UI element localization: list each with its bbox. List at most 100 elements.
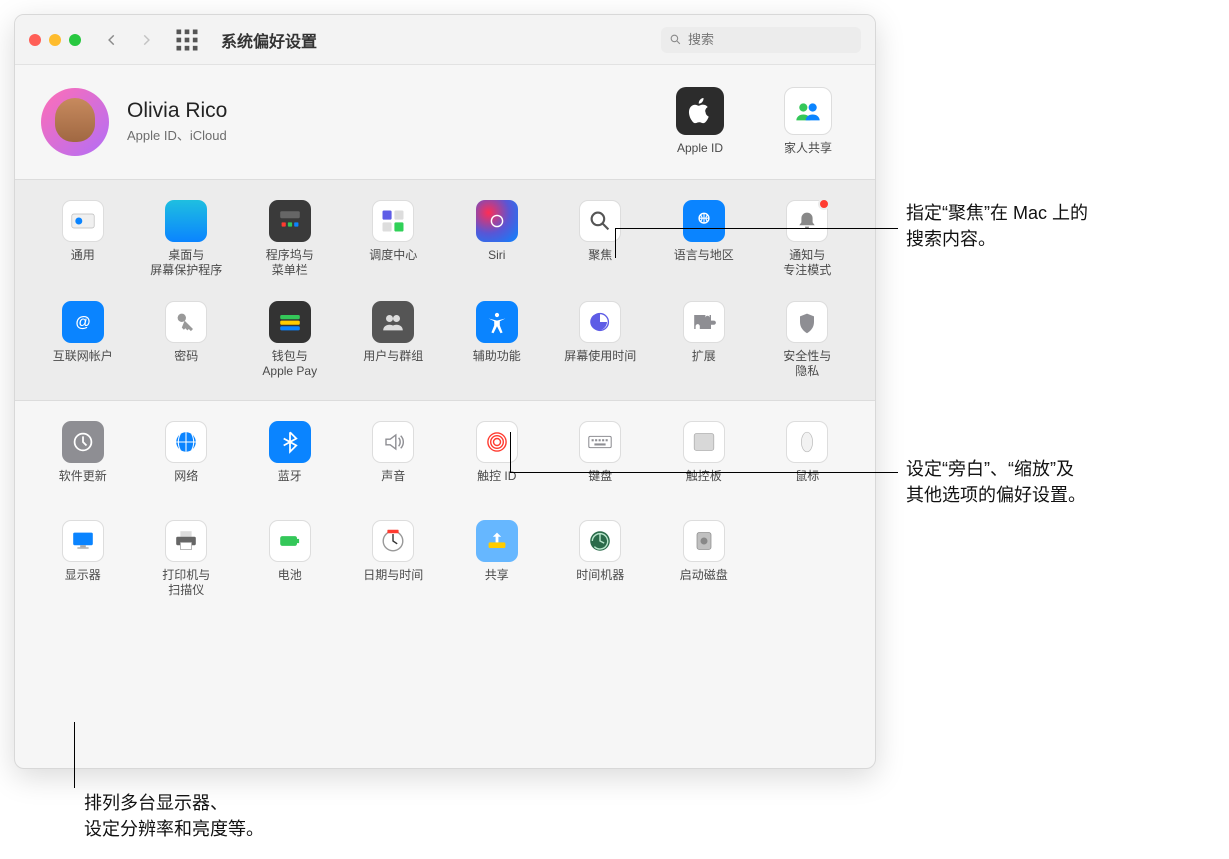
pref-users[interactable]: 用户与群组 bbox=[342, 301, 446, 380]
pref-extensions[interactable]: 扩展 bbox=[652, 301, 756, 380]
pref-printers[interactable]: 打印机与 扫描仪 bbox=[135, 520, 239, 599]
apple-id-button[interactable]: Apple ID bbox=[659, 87, 741, 157]
pref-trackpad[interactable]: 触控板 bbox=[652, 421, 756, 498]
general-label: 通用 bbox=[71, 248, 95, 277]
callout-displays: 排列多台显示器、 设定分辨率和亮度等。 bbox=[84, 790, 264, 842]
screentime-label: 屏幕使用时间 bbox=[564, 349, 636, 378]
printers-label: 打印机与 扫描仪 bbox=[162, 568, 210, 599]
spotlight-label: 聚焦 bbox=[588, 248, 612, 277]
passwords-label: 密码 bbox=[174, 349, 198, 378]
pref-startup[interactable]: 启动磁盘 bbox=[652, 520, 756, 599]
sharing-label: 共享 bbox=[485, 568, 509, 597]
wallet-icon bbox=[269, 301, 311, 343]
account-subtitle: Apple ID、iCloud bbox=[127, 125, 227, 144]
pref-language[interactable]: 语言与地区 bbox=[652, 200, 756, 279]
pref-battery[interactable]: 电池 bbox=[238, 520, 342, 599]
callout-spotlight: 指定“聚焦”在 Mac 上的 搜索内容。 bbox=[906, 200, 1088, 252]
apple-id-label: Apple ID bbox=[677, 141, 723, 157]
datetime-label: 日期与时间 bbox=[363, 568, 423, 597]
pref-wallet[interactable]: 钱包与 Apple Pay bbox=[238, 301, 342, 380]
passwords-icon bbox=[165, 301, 207, 343]
search-icon bbox=[669, 33, 682, 46]
callout-line bbox=[615, 228, 616, 258]
account-name: Olivia Rico bbox=[127, 99, 227, 123]
users-label: 用户与群组 bbox=[363, 349, 423, 378]
system-preferences-window: 系统偏好设置 Olivia Rico Apple ID、iCloud Apple… bbox=[14, 14, 876, 769]
callout-line bbox=[510, 432, 511, 472]
search-field[interactable] bbox=[661, 27, 861, 53]
desktop-icon bbox=[165, 200, 207, 242]
trackpad-label: 触控板 bbox=[686, 469, 722, 498]
siri-label: Siri bbox=[488, 248, 505, 277]
pref-notify[interactable]: 通知与 专注模式 bbox=[756, 200, 860, 279]
forward-button[interactable] bbox=[133, 27, 159, 53]
update-label: 软件更新 bbox=[59, 469, 107, 498]
battery-icon bbox=[269, 520, 311, 562]
network-label: 网络 bbox=[174, 469, 198, 498]
avatar[interactable] bbox=[41, 88, 109, 156]
mouse-label: 鼠标 bbox=[795, 469, 819, 498]
apple-id-header: Olivia Rico Apple ID、iCloud Apple ID 家人共… bbox=[15, 65, 875, 180]
zoom-button[interactable] bbox=[69, 34, 81, 46]
pref-displays[interactable]: 显示器 bbox=[31, 520, 135, 599]
mouse-icon bbox=[786, 421, 828, 463]
keyboard-icon bbox=[579, 421, 621, 463]
search-input[interactable] bbox=[688, 32, 853, 47]
language-label: 语言与地区 bbox=[674, 248, 734, 277]
family-icon bbox=[784, 87, 832, 135]
keyboard-label: 键盘 bbox=[588, 469, 612, 498]
sharing-icon bbox=[476, 520, 518, 562]
pref-passwords[interactable]: 密码 bbox=[135, 301, 239, 380]
siri-icon bbox=[476, 200, 518, 242]
security-icon bbox=[786, 301, 828, 343]
back-button[interactable] bbox=[99, 27, 125, 53]
displays-icon bbox=[62, 520, 104, 562]
pref-datetime[interactable]: 日期与时间 bbox=[342, 520, 446, 599]
pref-update[interactable]: 软件更新 bbox=[31, 421, 135, 498]
pref-a11y[interactable]: 辅助功能 bbox=[445, 301, 549, 380]
account-text[interactable]: Olivia Rico Apple ID、iCloud bbox=[127, 99, 227, 144]
minimize-button[interactable] bbox=[49, 34, 61, 46]
sound-icon bbox=[372, 421, 414, 463]
bluetooth-icon bbox=[269, 421, 311, 463]
pref-sound[interactable]: 声音 bbox=[342, 421, 446, 498]
pref-screentime[interactable]: 屏幕使用时间 bbox=[549, 301, 653, 380]
pref-spotlight[interactable]: 聚焦 bbox=[549, 200, 653, 279]
timemachine-label: 时间机器 bbox=[576, 568, 624, 597]
printers-icon bbox=[165, 520, 207, 562]
pref-bluetooth[interactable]: 蓝牙 bbox=[238, 421, 342, 498]
pref-network[interactable]: 网络 bbox=[135, 421, 239, 498]
pref-security[interactable]: 安全性与 隐私 bbox=[756, 301, 860, 380]
pref-keyboard[interactable]: 键盘 bbox=[549, 421, 653, 498]
battery-label: 电池 bbox=[278, 568, 302, 597]
desktop-label: 桌面与 屏幕保护程序 bbox=[150, 248, 222, 279]
extensions-label: 扩展 bbox=[692, 349, 716, 378]
timemachine-icon bbox=[579, 520, 621, 562]
pref-internet[interactable]: @互联网帐户 bbox=[31, 301, 135, 380]
pref-timemachine[interactable]: 时间机器 bbox=[549, 520, 653, 599]
pref-dock[interactable]: 程序坞与 菜单栏 bbox=[238, 200, 342, 279]
pref-desktop[interactable]: 桌面与 屏幕保护程序 bbox=[135, 200, 239, 279]
network-icon bbox=[165, 421, 207, 463]
svg-text:@: @ bbox=[75, 314, 90, 331]
show-all-button[interactable] bbox=[173, 26, 201, 54]
displays-label: 显示器 bbox=[65, 568, 101, 597]
sound-label: 声音 bbox=[381, 469, 405, 498]
notify-label: 通知与 专注模式 bbox=[783, 248, 831, 279]
general-icon bbox=[62, 200, 104, 242]
hardware-section: 软件更新 网络 蓝牙声音 触控 ID 键盘 触控板 鼠标显示器 打印机与 扫描仪 电池 日期与时间… bbox=[15, 401, 875, 619]
family-sharing-button[interactable]: 家人共享 bbox=[767, 87, 849, 157]
pref-sharing[interactable]: 共享 bbox=[445, 520, 549, 599]
callout-line bbox=[615, 228, 898, 229]
pref-general[interactable]: 通用 bbox=[31, 200, 135, 279]
titlebar: 系统偏好设置 bbox=[15, 15, 875, 65]
pref-touchid[interactable]: 触控 ID bbox=[445, 421, 549, 498]
wallet-label: 钱包与 Apple Pay bbox=[262, 349, 317, 380]
mission-icon bbox=[372, 200, 414, 242]
close-button[interactable] bbox=[29, 34, 41, 46]
pref-mouse[interactable]: 鼠标 bbox=[756, 421, 860, 498]
window-controls bbox=[29, 34, 81, 46]
pref-mission[interactable]: 调度中心 bbox=[342, 200, 446, 279]
touchid-icon bbox=[476, 421, 518, 463]
pref-siri[interactable]: Siri bbox=[445, 200, 549, 279]
